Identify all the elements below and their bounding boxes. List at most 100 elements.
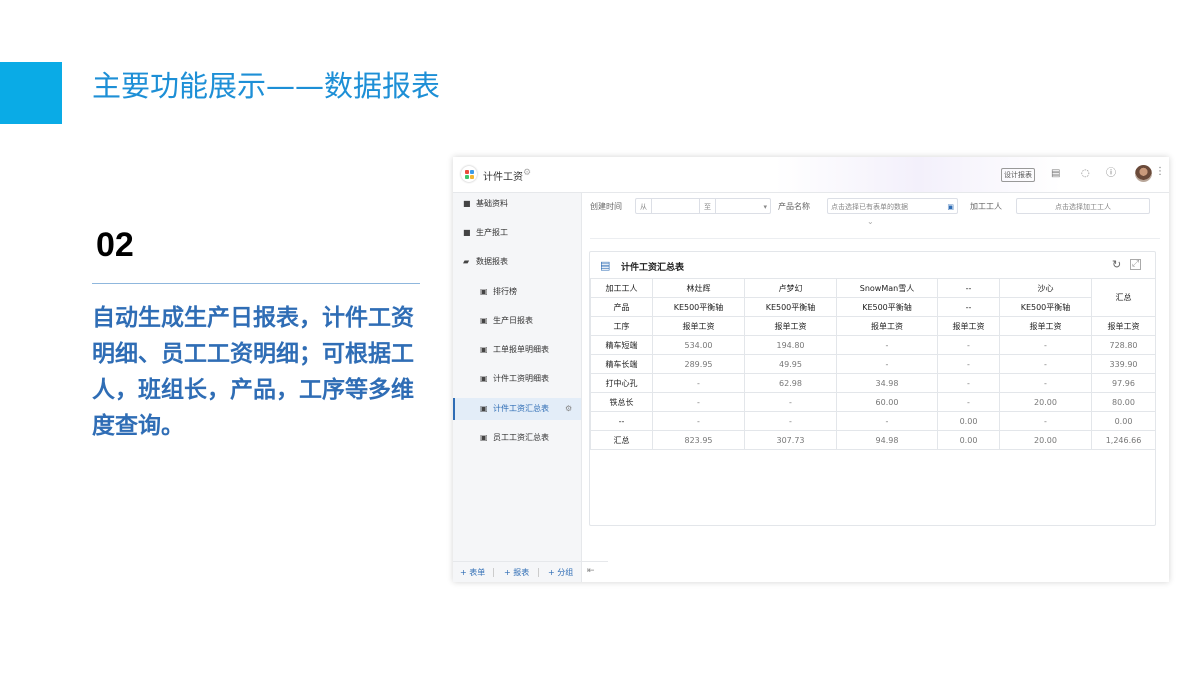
table-cell: - bbox=[744, 392, 837, 412]
table-cell: 工序 bbox=[590, 316, 653, 336]
sidebar-item-reports[interactable]: ▰ 数据报表 bbox=[453, 251, 581, 273]
created-time-label: 创建时间 bbox=[590, 202, 622, 211]
sidebar-item-ranking[interactable]: ▣ 排行榜 bbox=[453, 281, 581, 303]
more-icon[interactable]: ⋮ bbox=[1155, 166, 1165, 177]
table-cell: 林灶辉 bbox=[652, 278, 745, 298]
table-cell: 报单工资 bbox=[652, 316, 745, 336]
table-row: -- - - - 0.00 - 0.00 bbox=[590, 411, 1156, 431]
table-row: 汇总 823.95 307.73 94.98 0.00 20.00 1,246.… bbox=[590, 430, 1156, 450]
report-icon: ▣ bbox=[480, 404, 488, 413]
from-label: 从 bbox=[636, 199, 652, 213]
slide-title: 主要功能展示——数据报表 bbox=[92, 69, 441, 103]
table-cell: - bbox=[836, 411, 938, 431]
sidebar-item-label: 基础资料 bbox=[476, 199, 508, 208]
app-settings-icon[interactable]: ⚙ bbox=[523, 168, 531, 178]
table-cell: SnowMan雪人 bbox=[836, 278, 938, 298]
table-cell: 94.98 bbox=[836, 430, 938, 450]
sidebar-item-label: 数据报表 bbox=[476, 257, 508, 266]
table-row: 产品 KE500平衡轴 KE500平衡轴 KE500平衡轴 -- KE500平衡… bbox=[590, 297, 1156, 317]
sidebar-item-daily-report[interactable]: ▣ 生产日报表 bbox=[453, 310, 581, 332]
table-row: 精车长端 289.95 49.95 - - - 339.90 bbox=[590, 354, 1156, 374]
sidebar-item-wage-detail[interactable]: ▣ 计件工资明细表 bbox=[453, 368, 581, 390]
worker-label: 加工工人 bbox=[970, 202, 1002, 211]
gear-icon[interactable]: ⚙ bbox=[565, 398, 572, 420]
folder-icon: ■ bbox=[463, 228, 471, 237]
table-cell: - bbox=[999, 335, 1092, 355]
help-icon[interactable]: ⓘ bbox=[1106, 168, 1116, 180]
sidebar-item-production[interactable]: ■ 生产报工 bbox=[453, 222, 581, 244]
table-cell: 精车短端 bbox=[590, 335, 653, 355]
table-row: 精车短端 534.00 194.80 - - - 728.80 bbox=[590, 335, 1156, 355]
table-cell: 0.00 bbox=[937, 430, 1000, 450]
sidebar-footer: + 表单 + 报表 + 分组 bbox=[453, 561, 608, 582]
table-cell: 汇总 bbox=[590, 430, 653, 450]
add-report-button[interactable]: + 报表 bbox=[504, 567, 529, 578]
table-row: 打中心孔 - 62.98 34.98 - - 97.96 bbox=[590, 373, 1156, 393]
sidebar-item-label: 排行榜 bbox=[493, 287, 517, 296]
table-cell: -- bbox=[937, 278, 1000, 298]
product-placeholder: 点击选择已有表单的数据 bbox=[831, 203, 908, 211]
table-cell: 产品 bbox=[590, 297, 653, 317]
table-cell: - bbox=[836, 335, 938, 355]
table-cell: 打中心孔 bbox=[590, 373, 653, 393]
bell-icon[interactable]: ◌ bbox=[1081, 168, 1090, 180]
avatar[interactable] bbox=[1135, 165, 1152, 182]
worker-input[interactable]: 点击选择加工工人 bbox=[1016, 198, 1150, 214]
table-cell: -- bbox=[590, 411, 653, 431]
divider bbox=[493, 568, 494, 577]
sidebar-item-basic-data[interactable]: ■ 基础资料 bbox=[453, 193, 581, 215]
table-cell: - bbox=[744, 411, 837, 431]
filter-bar: 创建时间 从 至 ▾ 产品名称 点击选择已有表单的数据 ▣ 加工工人 点击选择加… bbox=[582, 193, 1169, 241]
collapse-sidebar-icon[interactable]: ⇤ bbox=[587, 566, 595, 576]
table-cell: 194.80 bbox=[744, 335, 837, 355]
to-label: 至 bbox=[699, 199, 716, 213]
app-topbar: 计件工资 ⚙ 设计报表 ▤ ◌ ⓘ ⋮ bbox=[453, 157, 1169, 193]
sidebar-item-employee-wage[interactable]: ▣ 员工工资汇总表 bbox=[453, 427, 581, 449]
table-cell: 精车长端 bbox=[590, 354, 653, 374]
active-indicator bbox=[453, 398, 455, 420]
table-cell: 49.95 bbox=[744, 354, 837, 374]
date-range-input[interactable]: 从 至 ▾ bbox=[635, 198, 771, 214]
fullscreen-icon[interactable]: ⤢ bbox=[1130, 259, 1141, 270]
sidebar-item-label: 计件工资明细表 bbox=[493, 374, 549, 383]
table-cell: KE500平衡轴 bbox=[836, 297, 938, 317]
table-cell: 汇总 bbox=[1091, 278, 1156, 317]
sidebar: ■ 基础资料 ■ 生产报工 ▰ 数据报表 ▣ 排行榜 ▣ 生产日报表 ▣ 工单报… bbox=[453, 193, 582, 582]
table-cell: KE500平衡轴 bbox=[652, 297, 745, 317]
table-cell: - bbox=[652, 411, 745, 431]
sidebar-item-wage-summary[interactable]: ▣ 计件工资汇总表 ⚙ bbox=[453, 398, 581, 420]
design-report-button[interactable]: 设计报表 bbox=[1001, 168, 1035, 182]
table-cell: 20.00 bbox=[999, 392, 1092, 412]
calendar-icon: ▣ bbox=[947, 203, 954, 211]
document-icon[interactable]: ▤ bbox=[1051, 168, 1060, 180]
sidebar-item-order-detail[interactable]: ▣ 工单报单明细表 bbox=[453, 339, 581, 361]
table-cell: - bbox=[999, 411, 1092, 431]
report-icon: ▣ bbox=[480, 316, 488, 325]
expand-filters-icon[interactable]: ⌄ bbox=[867, 217, 874, 226]
table-cell: 报单工资 bbox=[937, 316, 1000, 336]
sidebar-item-label: 生产报工 bbox=[476, 228, 508, 237]
table-cell: - bbox=[937, 373, 1000, 393]
add-form-button[interactable]: + 表单 bbox=[460, 567, 485, 578]
report-title: 计件工资汇总表 bbox=[621, 263, 685, 273]
table-cell: 报单工资 bbox=[1091, 316, 1156, 336]
table-cell: 534.00 bbox=[652, 335, 745, 355]
table-cell: -- bbox=[937, 297, 1000, 317]
table-cell: 0.00 bbox=[1091, 411, 1156, 431]
table-cell: - bbox=[999, 354, 1092, 374]
table-cell: 97.96 bbox=[1091, 373, 1156, 393]
sidebar-item-label: 工单报单明细表 bbox=[493, 345, 549, 354]
table-cell: - bbox=[652, 392, 745, 412]
add-group-button[interactable]: + 分组 bbox=[548, 567, 573, 578]
refresh-icon[interactable]: ↻ bbox=[1112, 258, 1121, 271]
table-cell: 沙心 bbox=[999, 278, 1092, 298]
table-cell: - bbox=[937, 392, 1000, 412]
table-cell: - bbox=[937, 335, 1000, 355]
app-title: 计件工资 bbox=[483, 172, 523, 183]
table-cell: 289.95 bbox=[652, 354, 745, 374]
table-cell: 339.90 bbox=[1091, 354, 1156, 374]
divider bbox=[538, 568, 539, 577]
table-cell: - bbox=[652, 373, 745, 393]
product-name-input[interactable]: 点击选择已有表单的数据 ▣ bbox=[827, 198, 958, 214]
sidebar-item-label: 生产日报表 bbox=[493, 316, 533, 325]
